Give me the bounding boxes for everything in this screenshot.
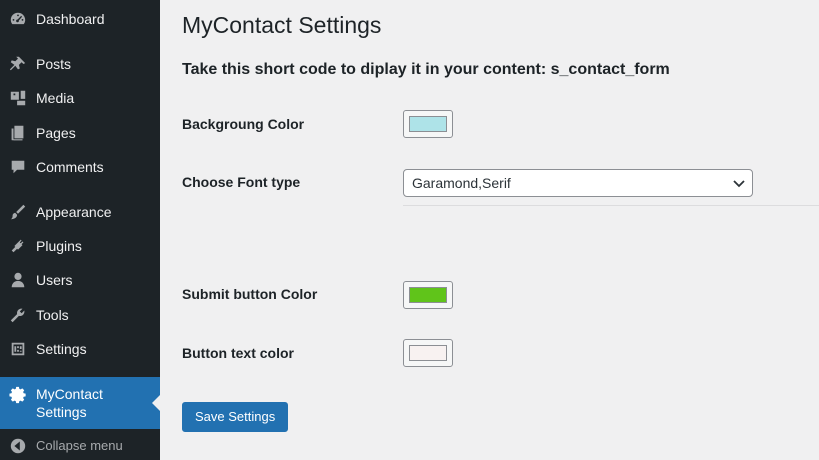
sidebar-item-settings[interactable]: Settings: [0, 340, 160, 358]
sidebar-item-appearance[interactable]: Appearance: [0, 203, 160, 221]
chevron-down-icon: [733, 180, 745, 188]
sidebar-item-label: Plugins: [36, 238, 82, 254]
pages-icon: [8, 123, 28, 143]
admin-sidebar: Dashboard Posts Media Pages Comments App…: [0, 0, 160, 460]
sidebar-item-label: Pages: [36, 125, 76, 141]
page-title: MyContact Settings: [182, 12, 382, 38]
sidebar-item-label: MyContact Settings: [36, 385, 103, 421]
sidebar-item-label-line1: MyContact: [36, 386, 103, 402]
collapse-menu-label: Collapse menu: [36, 438, 123, 453]
sidebar-item-label: Comments: [36, 159, 104, 175]
sidebar-item-pages[interactable]: Pages: [0, 124, 160, 142]
collapse-menu-button[interactable]: Collapse menu: [0, 437, 160, 455]
submit-button-color-label: Submit button Color: [182, 286, 318, 302]
sidebar-item-label: Appearance: [36, 204, 112, 220]
submit-button-color-picker[interactable]: [403, 281, 453, 309]
font-type-select[interactable]: Garamond,Serif: [403, 169, 753, 197]
sidebar-item-label: Settings: [36, 341, 87, 357]
background-color-swatch: [409, 116, 447, 132]
submit-button-color-swatch: [409, 287, 447, 303]
brush-icon: [8, 202, 28, 222]
background-color-label: Backgroung Color: [182, 116, 305, 132]
sidebar-item-media[interactable]: Media: [0, 89, 160, 107]
sidebar-item-label: Media: [36, 90, 75, 106]
sidebar-item-label: Posts: [36, 56, 72, 72]
sliders-icon: [8, 339, 28, 359]
sidebar-item-comments[interactable]: Comments: [0, 158, 160, 176]
font-type-selected-value: Garamond,Serif: [412, 175, 511, 191]
sidebar-item-posts[interactable]: Posts: [0, 55, 160, 73]
sidebar-item-dashboard[interactable]: Dashboard: [0, 10, 160, 28]
media-icon: [8, 88, 28, 108]
sidebar-item-users[interactable]: Users: [0, 271, 160, 289]
background-color-picker[interactable]: [403, 110, 453, 138]
dashboard-icon: [8, 9, 28, 29]
divider: [403, 205, 819, 206]
sidebar-item-tools[interactable]: Tools: [0, 306, 160, 324]
save-settings-button[interactable]: Save Settings: [182, 402, 289, 432]
sidebar-item-label: Dashboard: [36, 11, 105, 27]
sidebar-item-label: Tools: [36, 307, 69, 323]
font-type-label: Choose Font type: [182, 174, 301, 190]
gear-icon: [8, 385, 28, 405]
comment-icon: [8, 157, 28, 177]
button-text-color-label: Button text color: [182, 345, 294, 361]
sidebar-item-mycontact-settings[interactable]: MyContact Settings: [0, 377, 160, 429]
pin-icon: [8, 54, 28, 74]
user-icon: [8, 270, 28, 290]
sidebar-item-label: Users: [36, 272, 73, 288]
collapse-arrow-icon: [8, 436, 28, 456]
sidebar-item-label-line2: Settings: [36, 404, 87, 420]
plug-icon: [8, 236, 28, 256]
button-text-color-swatch: [409, 345, 447, 361]
wrench-icon: [8, 305, 28, 325]
button-text-color-picker[interactable]: [403, 339, 453, 367]
shortcode-instruction: Take this short code to diplay it in you…: [182, 61, 670, 78]
sidebar-item-plugins[interactable]: Plugins: [0, 237, 160, 255]
